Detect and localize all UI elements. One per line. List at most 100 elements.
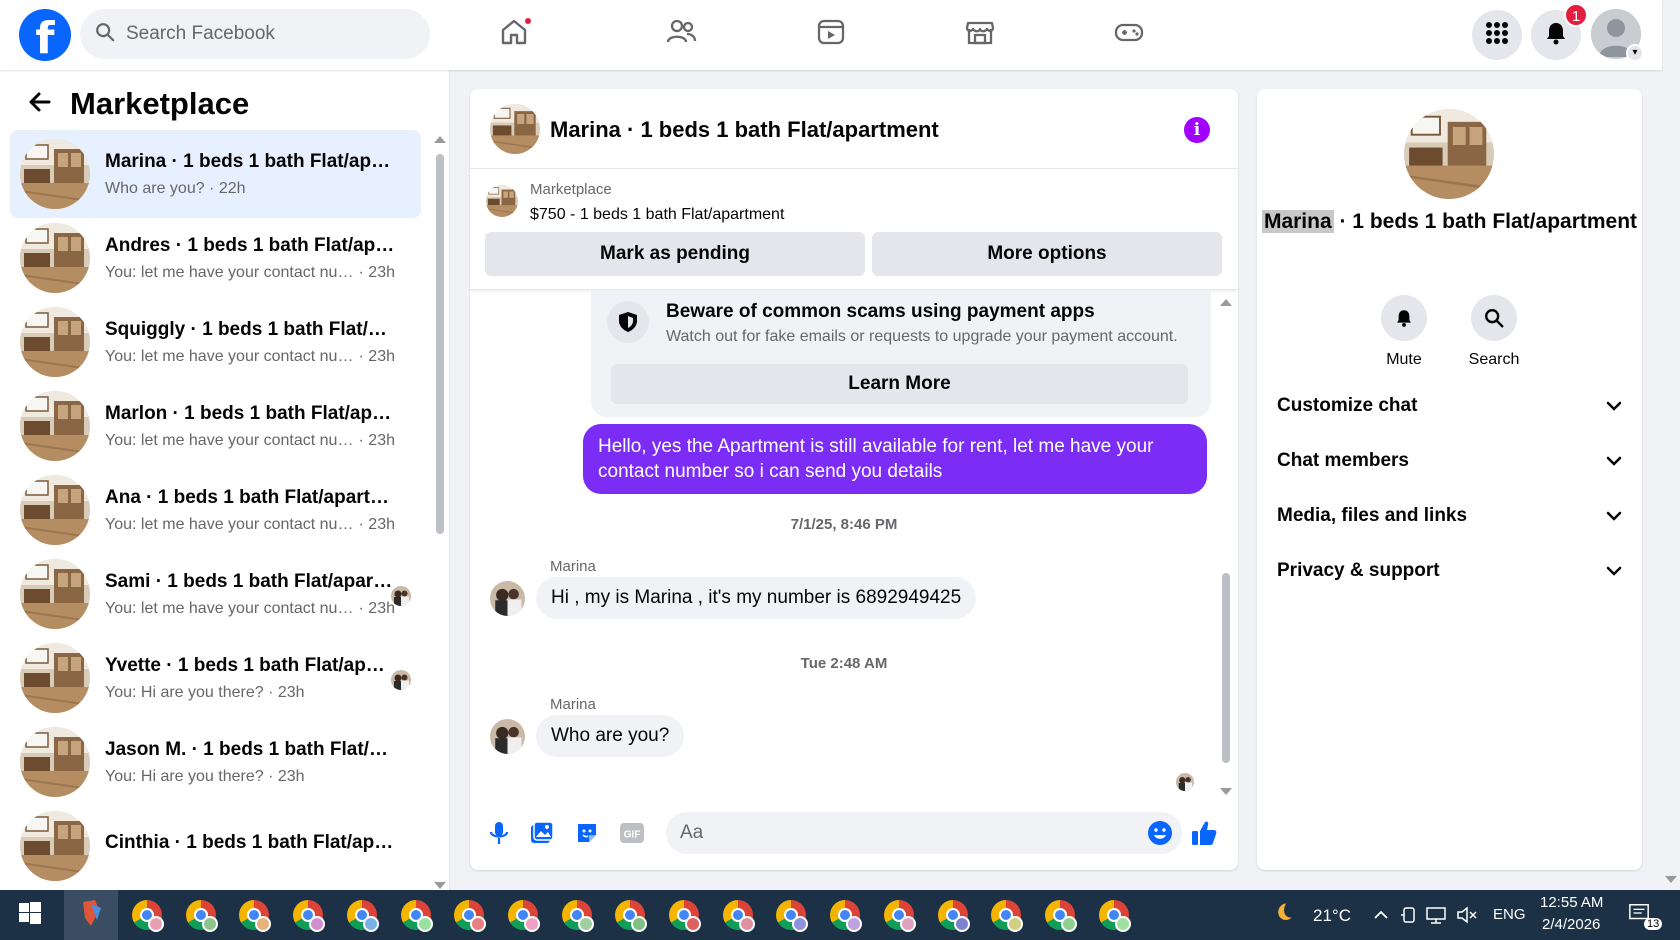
chat-title[interactable]: Marina · 1 beds 1 bath Flat/apartment: [550, 117, 939, 143]
temperature[interactable]: 21°C: [1313, 906, 1351, 926]
conversation-item[interactable]: Yvette · 1 beds 1 bath Flat/apartment You…: [10, 634, 421, 722]
message-input[interactable]: [666, 812, 1182, 854]
conversation-text: Cinthia · 1 beds 1 bath Flat/apartment: [105, 832, 395, 861]
scrollbar-thumb[interactable]: [1222, 573, 1230, 763]
chat-members-section[interactable]: Chat members: [1277, 441, 1622, 481]
microphone-icon[interactable]: [485, 819, 513, 847]
taskbar-chrome-window[interactable]: [227, 890, 281, 940]
video-icon: [815, 16, 847, 53]
start-button[interactable]: [0, 890, 60, 940]
conversation-item[interactable]: Ana · 1 beds 1 bath Flat/apartment You: l…: [10, 466, 421, 554]
scroll-down-arrow-icon[interactable]: [1220, 788, 1232, 795]
nav-friends-button[interactable]: [616, 10, 746, 58]
profile-badge-icon: [255, 916, 272, 932]
chat-scrollbar[interactable]: [1220, 291, 1232, 800]
chat-avatar[interactable]: [490, 104, 540, 154]
notifications-button[interactable]: 1: [1531, 3, 1588, 60]
conversation-item[interactable]: Squiggly · 1 beds 1 bath Flat/apartment Y…: [10, 298, 421, 386]
taskbar-chrome-window[interactable]: [550, 890, 604, 940]
search-conversation-button[interactable]: Search: [1449, 295, 1539, 369]
customize-chat-section[interactable]: Customize chat: [1277, 386, 1622, 426]
marketplace-header: Marketplace: [22, 86, 249, 122]
info-icon[interactable]: i: [1184, 117, 1210, 143]
taskbar-chrome-window[interactable]: [281, 890, 335, 940]
scroll-down-arrow-icon[interactable]: [434, 882, 446, 889]
taskbar-chrome-window[interactable]: [818, 890, 872, 940]
profile-badge-icon: [1007, 916, 1024, 932]
clock-time[interactable]: 12:55 AM: [1540, 894, 1603, 911]
left-scrollbar[interactable]: [434, 136, 446, 889]
conversation-item[interactable]: Cinthia · 1 beds 1 bath Flat/apartment: [10, 802, 421, 890]
search-facebook-box[interactable]: [80, 9, 430, 59]
listing-description[interactable]: $750 - 1 beds 1 bath Flat/apartment: [530, 206, 784, 224]
conversation-details-panel: Marina · 1 beds 1 bath Flat/apartment Mu…: [1257, 89, 1642, 870]
incoming-message[interactable]: Hi , my is Marina , it's my number is 68…: [536, 577, 977, 619]
highlighted-name: Marina: [1261, 210, 1334, 233]
back-button[interactable]: [22, 86, 58, 122]
separator-dot: ·: [204, 179, 219, 197]
privacy-support-section[interactable]: Privacy & support: [1277, 551, 1622, 591]
facebook-logo[interactable]: f: [19, 9, 71, 61]
taskbar-chrome-window[interactable]: [657, 890, 711, 940]
taskbar-chrome-window[interactable]: [1087, 890, 1141, 940]
nav-marketplace-button[interactable]: [915, 10, 1045, 58]
scroll-up-arrow-icon[interactable]: [1220, 299, 1232, 306]
nav-gaming-button[interactable]: [1064, 10, 1194, 58]
windows-taskbar: 21°C ENG 12:55 AM 2/4/2026 13: [0, 890, 1680, 940]
conversation-item[interactable]: Sami · 1 beds 1 bath Flat/apartment You: …: [10, 550, 421, 638]
outgoing-message[interactable]: Hello, yes the Apartment is still availa…: [583, 424, 1207, 494]
conversation-item[interactable]: Marlon · 1 beds 1 bath Flat/apartment You…: [10, 382, 421, 470]
learn-more-button[interactable]: Learn More: [611, 364, 1188, 404]
conversation-preview: You: let me have your contact number so …: [105, 516, 395, 534]
language-indicator[interactable]: ENG: [1493, 906, 1526, 923]
taskbar-chrome-window[interactable]: [711, 890, 765, 940]
page-scrollbar[interactable]: [1662, 0, 1680, 890]
sender-avatar[interactable]: [490, 581, 525, 616]
weather-moon-icon[interactable]: [1272, 901, 1294, 923]
taskbar-chrome-window[interactable]: [496, 890, 550, 940]
network-icon[interactable]: [1425, 904, 1447, 926]
photo-icon[interactable]: [528, 819, 556, 847]
taskbar-chrome-window[interactable]: [979, 890, 1033, 940]
clock-date[interactable]: 2/4/2026: [1542, 916, 1600, 933]
taskbar-chrome-window[interactable]: [872, 890, 926, 940]
sticker-icon[interactable]: [573, 819, 601, 847]
scroll-down-arrow-icon[interactable]: [1665, 876, 1677, 883]
taskbar-chrome-window[interactable]: [174, 890, 228, 940]
conversation-item[interactable]: Andres · 1 beds 1 bath Flat/apartment You…: [10, 214, 421, 302]
chevron-up-icon[interactable]: [1370, 904, 1392, 926]
taskbar-chrome-window[interactable]: [926, 890, 980, 940]
media-files-links-section[interactable]: Media, files and links: [1277, 496, 1622, 536]
gif-icon[interactable]: GIF: [618, 819, 646, 847]
taskbar-chrome-window[interactable]: [335, 890, 389, 940]
taskbar-chrome-window[interactable]: [1033, 890, 1087, 940]
mute-button[interactable]: Mute: [1359, 295, 1449, 369]
device-icon[interactable]: [1398, 904, 1420, 926]
account-chevron-icon[interactable]: ▾: [1626, 44, 1644, 62]
scrollbar-thumb[interactable]: [436, 154, 444, 534]
conversation-item[interactable]: Jason M. · 1 beds 1 bath Flat/apartment Y…: [10, 718, 421, 806]
taskbar-chrome-window[interactable]: [603, 890, 657, 940]
details-avatar[interactable]: [1404, 109, 1494, 199]
nav-video-button[interactable]: [766, 10, 896, 58]
mute-label: Mute: [1386, 351, 1422, 368]
chevron-down-icon: [1606, 560, 1622, 582]
mark-as-pending-button[interactable]: Mark as pending: [485, 232, 865, 276]
sender-avatar[interactable]: [490, 719, 525, 754]
emoji-icon[interactable]: [1146, 819, 1174, 847]
incoming-message[interactable]: Who are you?: [536, 715, 685, 757]
taskbar-chrome-window[interactable]: [442, 890, 496, 940]
like-thumbs-up-icon[interactable]: [1190, 819, 1218, 847]
volume-muted-icon[interactable]: [1456, 904, 1478, 926]
listing-thumbnail[interactable]: [486, 185, 518, 217]
conversation-item[interactable]: Marina · 1 beds 1 bath Flat/apartment Who…: [10, 130, 421, 218]
taskbar-app-active[interactable]: [64, 890, 118, 940]
taskbar-chrome-window[interactable]: [389, 890, 443, 940]
more-options-button[interactable]: More options: [872, 232, 1222, 276]
taskbar-chrome-window[interactable]: [764, 890, 818, 940]
search-input[interactable]: [126, 23, 406, 45]
menu-button[interactable]: [1472, 10, 1522, 60]
taskbar-chrome-window[interactable]: [120, 890, 174, 940]
nav-home-button[interactable]: [449, 10, 579, 58]
scroll-up-arrow-icon[interactable]: [434, 136, 446, 143]
